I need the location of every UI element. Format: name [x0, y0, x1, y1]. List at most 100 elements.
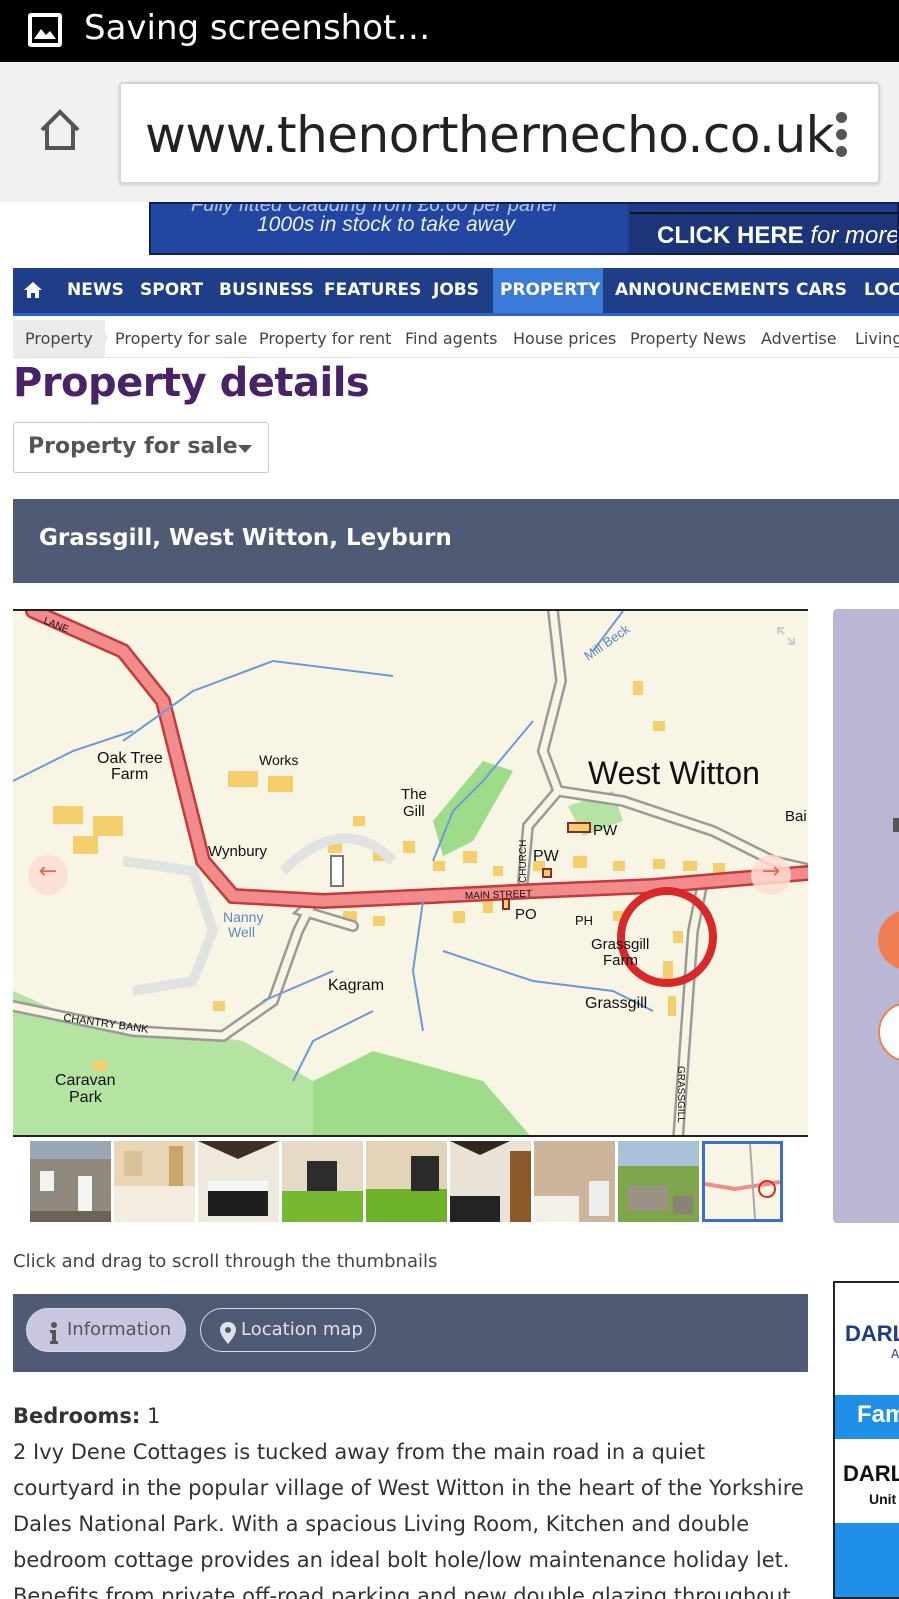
- image-icon: [28, 13, 62, 47]
- thumbnail-exterior[interactable]: [30, 1141, 111, 1222]
- thumbnail-bedroom-2[interactable]: [450, 1141, 531, 1222]
- thumbnail-aerial-view[interactable]: [618, 1141, 699, 1222]
- property-address: Grassgill, West Witton, Leyburn: [39, 525, 452, 551]
- arrow-right-icon[interactable]: →: [751, 855, 791, 895]
- url-bar[interactable]: www.thenorthernecho.co.uk: [119, 82, 880, 184]
- nav-item-cars[interactable]: CARS: [789, 268, 854, 313]
- side-ad-brand: DARLIN: [845, 1321, 899, 1346]
- side-ad-unit: Unit: [869, 1491, 897, 1507]
- map-label-pw1: PW: [593, 822, 618, 839]
- category-select[interactable]: Property for sale: [13, 422, 269, 473]
- subnav-item-property[interactable]: Property: [13, 320, 105, 357]
- subnav-item-property-for-rent[interactable]: Property for rent: [259, 320, 391, 357]
- thumbnail-living-room-2[interactable]: [366, 1141, 447, 1222]
- property-description: 2 Ivy Dene Cottages is tucked away from …: [13, 1440, 804, 1599]
- chevron-down-icon: [238, 445, 252, 453]
- side-ad-footer: [835, 1523, 899, 1597]
- map-label-grassgill: Grassgill: [585, 995, 647, 1012]
- map-label-church: CHURCH: [518, 840, 529, 883]
- address-header: Grassgill, West Witton, Leyburn: [13, 499, 899, 583]
- map-label-gill: Gill: [403, 803, 425, 820]
- side-ad-subtitle: A: [891, 1347, 899, 1361]
- browser-toolbar: www.thenorthernecho.co.uk: [0, 62, 899, 202]
- status-text: Saving screenshot…: [84, 8, 431, 48]
- map-label-nanny: Nanny: [223, 909, 263, 925]
- ad-line-2: 1000s in stock to take away: [257, 213, 515, 236]
- main-nav: NEWS SPORT BUSINESS FEATURES JOBS PROPER…: [13, 268, 899, 316]
- arrow-left-icon[interactable]: ←: [28, 855, 68, 895]
- thumbnail-strip[interactable]: [30, 1141, 790, 1223]
- thumbnail-kitchen[interactable]: [114, 1141, 195, 1222]
- thumbnail-bedroom[interactable]: [198, 1141, 279, 1222]
- category-select-value: Property for sale: [28, 434, 238, 459]
- map-label-kagram: Kagram: [328, 977, 384, 994]
- status-bar: Saving screenshot…: [0, 0, 899, 62]
- subnav-item-advertise[interactable]: Advertise: [761, 320, 837, 357]
- ad-banner-text: Fully fitted Cladding from £6.60 per pan…: [151, 204, 628, 253]
- side-ad-fam: Fam: [857, 1401, 899, 1428]
- nav-item-property[interactable]: PROPERTY: [493, 268, 603, 313]
- tab-information[interactable]: Information: [26, 1308, 186, 1352]
- subnav-item-property-for-sale[interactable]: Property for sale: [115, 320, 247, 357]
- bedrooms-row: Bedrooms: 1: [13, 1398, 813, 1434]
- details-tabs: Information Location map: [13, 1294, 808, 1372]
- map-label-park: Park: [69, 1089, 103, 1106]
- more-vert-icon[interactable]: [834, 112, 848, 158]
- thumbnail-drag-hint: Click and drag to scroll through the thu…: [13, 1251, 438, 1272]
- side-advertisement[interactable]: DARLIN A Fam DARL Unit: [833, 1281, 899, 1599]
- home-icon[interactable]: [36, 106, 84, 154]
- map-label-oak-tree: Oak Tree: [97, 750, 163, 767]
- map-label-wynbury: Wynbury: [208, 843, 268, 860]
- bedrooms-label: Bedrooms:: [13, 1404, 141, 1428]
- tab-information-label: Information: [67, 1319, 172, 1340]
- nav-item-announcements[interactable]: ANNOUNCEMENTS: [608, 268, 797, 313]
- page-title: Property details: [13, 360, 370, 406]
- ad-cta-rest: for more: [803, 222, 899, 249]
- subnav-item-find-agents[interactable]: Find agents: [405, 320, 497, 357]
- side-panel-text-fragment: [893, 818, 899, 832]
- home-icon[interactable]: [23, 280, 43, 300]
- nav-item-sport[interactable]: SPORT: [133, 268, 210, 313]
- subnav-item-living[interactable]: Living: [855, 320, 899, 357]
- map-pin-icon: [218, 1319, 238, 1344]
- gallery-main-image[interactable]: LANE Mill Beck Oak Tree Farm Works The G…: [13, 609, 808, 1137]
- side-ad-brand-2: DARL: [843, 1461, 899, 1486]
- tab-location-map[interactable]: Location map: [200, 1308, 376, 1352]
- subnav-item-house-prices[interactable]: House prices: [513, 320, 616, 357]
- map-label-works: Works: [259, 752, 298, 768]
- map-label-the: The: [401, 786, 427, 803]
- subnav-item-property-news[interactable]: Property News: [630, 320, 746, 357]
- thumbnail-living-room[interactable]: [282, 1141, 363, 1222]
- nav-item-features[interactable]: FEATURES: [317, 268, 428, 313]
- map-label-grassgill-farm-2: Farm: [603, 952, 638, 969]
- tab-location-map-label: Location map: [241, 1319, 363, 1340]
- map-label-po: PO: [515, 906, 537, 923]
- nav-item-jobs[interactable]: JOBS: [426, 268, 486, 313]
- nav-item-business[interactable]: BUSINESS: [212, 268, 321, 313]
- ad-cta-bold: CLICK HERE: [657, 222, 804, 249]
- nav-item-news[interactable]: NEWS: [60, 268, 131, 313]
- map-label-bai: Bai: [785, 808, 807, 825]
- breadcrumb-arrow: [98, 320, 108, 357]
- map-label-oak-tree-farm: Farm: [111, 766, 148, 783]
- map-label-west-witton: West Witton: [588, 755, 760, 791]
- ad-cta[interactable]: CLICK HERE for more: [630, 212, 899, 253]
- thumbnail-location-map[interactable]: [702, 1141, 783, 1222]
- map-label-well: Well: [228, 924, 255, 940]
- map-label-pw2: PW: [533, 848, 560, 865]
- nav-item-local[interactable]: LOCAL: [857, 268, 899, 313]
- map-label-main-street: MAIN STREET: [465, 889, 533, 902]
- info-icon: [44, 1319, 64, 1344]
- location-map-image: LANE Mill Beck Oak Tree Farm Works The G…: [13, 611, 808, 1135]
- map-label-caravan: Caravan: [55, 1072, 115, 1089]
- map-label-ph: PH: [575, 913, 593, 928]
- expand-icon[interactable]: [775, 625, 797, 647]
- side-ad-banner: Fam: [835, 1395, 899, 1439]
- property-details: Bedrooms: 1 2 Ivy Dene Cottages is tucke…: [13, 1398, 813, 1599]
- property-sub-nav: Property Property for sale Property for …: [13, 320, 899, 358]
- ad-banner[interactable]: Fully fitted Cladding from £6.60 per pan…: [149, 202, 899, 255]
- map-label-grassgill-road: GRASSGILL: [675, 1066, 686, 1123]
- bedrooms-value: 1: [146, 1404, 161, 1428]
- url-text[interactable]: www.thenorthernecho.co.uk: [145, 106, 835, 164]
- thumbnail-bathroom[interactable]: [534, 1141, 615, 1222]
